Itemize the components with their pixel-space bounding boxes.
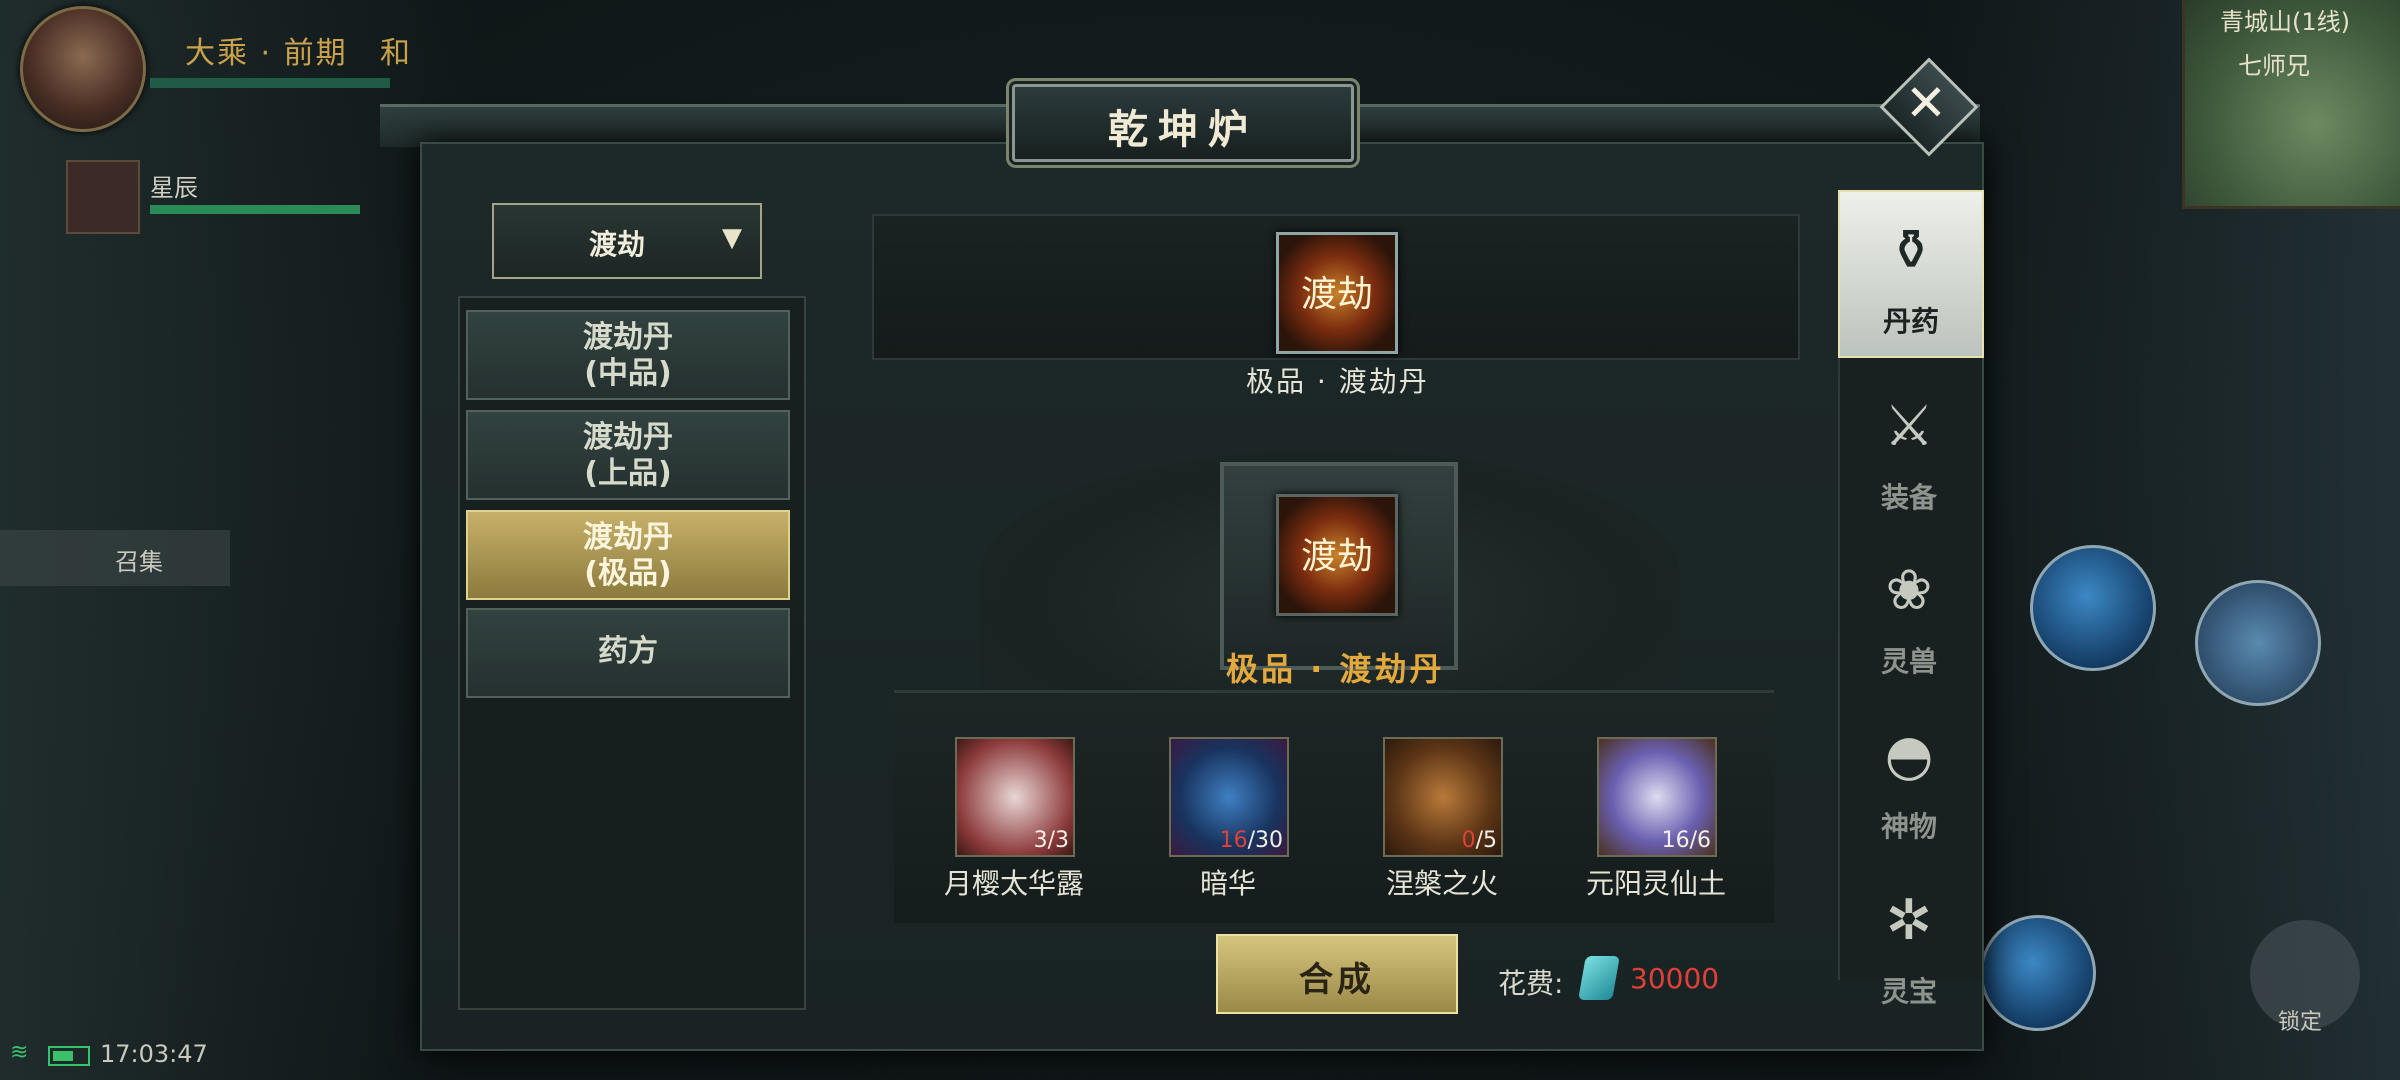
- skill-button-3[interactable]: [1980, 915, 2096, 1031]
- tab-spirit-beast[interactable]: ❀ 灵兽: [1838, 532, 1980, 696]
- pill-glyph: 渡劫: [1300, 536, 1373, 577]
- recipe-item-middle[interactable]: 渡劫丹 (中品): [466, 310, 790, 400]
- player-hp-bar: [150, 78, 390, 88]
- orb-icon[interactable]: 16/30: [1169, 737, 1289, 857]
- category-dropdown[interactable]: 渡劫 ▼: [492, 203, 762, 279]
- tab-label: 灵宝: [1880, 975, 1937, 1008]
- minimap-npc: 七师兄: [2238, 52, 2310, 80]
- tab-label: 灵兽: [1880, 645, 1937, 678]
- material-count: 3/3: [1033, 828, 1069, 853]
- party-hp-bar: [150, 205, 360, 214]
- weapon-icon: ⚔: [1883, 394, 1935, 459]
- close-icon[interactable]: ✕: [1894, 72, 1958, 136]
- player-realm: 大乘 · 前期: [185, 36, 348, 71]
- summon-button[interactable]: 召集: [0, 530, 230, 586]
- cost-value: 30000: [1630, 962, 1720, 995]
- skill-button-2[interactable]: [2195, 580, 2321, 706]
- tab-spirit-treasure[interactable]: ✲ 灵宝: [1838, 862, 1980, 1026]
- lock-label: 锁定: [2278, 1010, 2323, 1035]
- recipe-item-formula[interactable]: 药方: [466, 608, 790, 698]
- material-count: 16/30: [1219, 828, 1283, 853]
- target-pill-icon[interactable]: 渡劫: [1276, 494, 1398, 616]
- material-name: 元阳灵仙土: [1585, 867, 1726, 900]
- recipe-grade: (极品): [584, 556, 672, 591]
- battery-icon: [48, 1046, 90, 1066]
- chevron-down-icon: ▼: [722, 223, 742, 253]
- material-count: 0/5: [1461, 828, 1497, 853]
- wifi-icon: ≋: [10, 1040, 29, 1065]
- recipe-item-upper[interactable]: 渡劫丹 (上品): [466, 410, 790, 500]
- cost-label: 花费:: [1498, 967, 1564, 1000]
- minimap-location: 青城山(1线): [2220, 8, 2350, 36]
- paw-icon: ❀: [1885, 558, 1933, 623]
- recipe-grade: (上品): [584, 456, 672, 491]
- vase-icon[interactable]: 16/6: [1597, 737, 1717, 857]
- skill-button-1[interactable]: [2030, 545, 2156, 671]
- result-name: 极品 · 渡劫丹: [1246, 365, 1429, 398]
- tab-equipment[interactable]: ⚔ 装备: [1838, 368, 1980, 532]
- category-value: 渡劫: [589, 228, 646, 261]
- tab-label: 装备: [1880, 481, 1937, 514]
- recipe-name: 渡劫丹: [583, 420, 673, 455]
- fire-icon[interactable]: 0/5: [1383, 737, 1503, 857]
- tab-divine-item[interactable]: ◓ 神物: [1838, 697, 1980, 861]
- lock-target-button[interactable]: 锁定: [2250, 920, 2360, 1035]
- recipe-item-supreme[interactable]: 渡劫丹 (极品): [466, 510, 790, 600]
- material-count: 16/6: [1661, 828, 1711, 853]
- player-avatar[interactable]: [20, 6, 146, 132]
- window-title: 乾坤炉: [1108, 106, 1258, 153]
- mortar-icon: ⚱: [1887, 218, 1935, 283]
- talisman-icon: ✲: [1885, 888, 1933, 953]
- recipe-name: 渡劫丹: [583, 520, 673, 555]
- recipe-grade: (中品): [584, 356, 672, 391]
- craft-label: 合成: [1299, 960, 1375, 1000]
- material-name: 暗华: [1199, 867, 1256, 900]
- party-member-name: 星辰: [150, 174, 198, 202]
- craft-button[interactable]: 合成: [1216, 934, 1458, 1014]
- material-name: 月樱太华露: [943, 867, 1084, 900]
- material-name: 涅槃之火: [1385, 867, 1498, 900]
- flask-icon[interactable]: 3/3: [955, 737, 1075, 857]
- clock: 17:03:47: [100, 1040, 208, 1068]
- pill-glyph: 渡劫: [1300, 274, 1373, 315]
- title-plate: 乾坤炉: [1012, 84, 1354, 162]
- result-pill-icon[interactable]: 渡劫: [1276, 232, 1398, 354]
- target-name: 极品 · 渡劫丹: [1226, 650, 1445, 688]
- tab-pills[interactable]: ⚱ 丹药: [1838, 190, 1984, 358]
- player-extra: 和: [380, 36, 410, 71]
- tab-label: 神物: [1880, 810, 1937, 843]
- recipe-name: 渡劫丹: [583, 320, 673, 355]
- summon-label: 召集: [115, 548, 163, 576]
- fan-icon: ◓: [1884, 723, 1934, 788]
- party-avatar[interactable]: [66, 160, 140, 234]
- recipe-name: 药方: [598, 634, 658, 669]
- tab-label: 丹药: [1882, 305, 1939, 338]
